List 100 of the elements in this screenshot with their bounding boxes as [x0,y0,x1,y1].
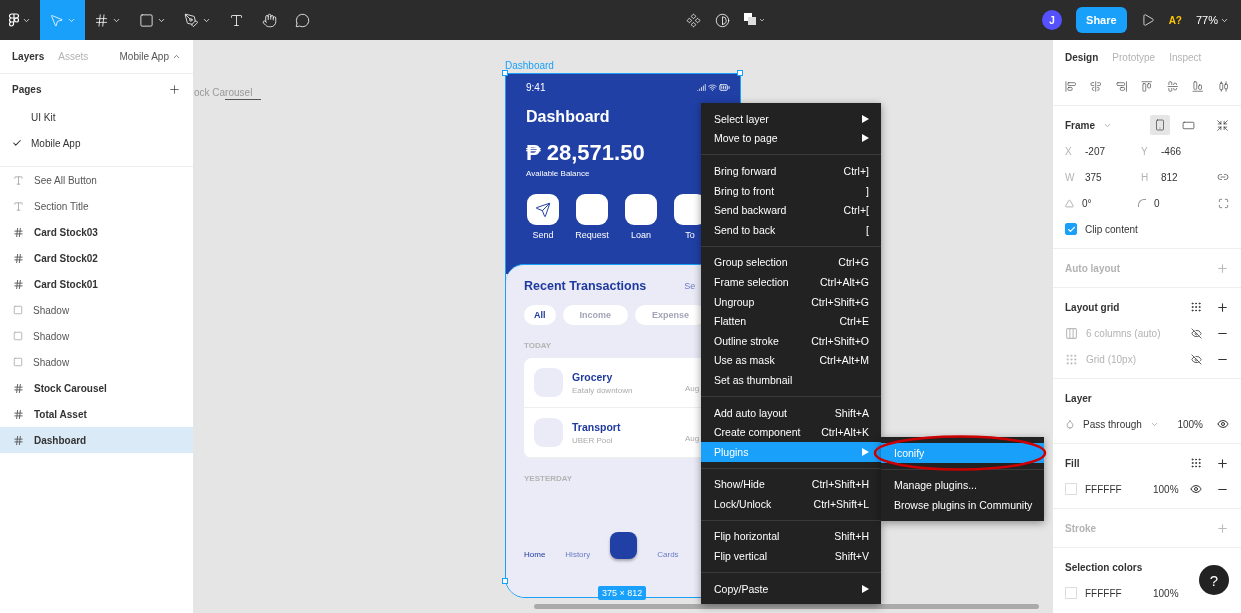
page-item[interactable]: Mobile App [0,130,193,156]
text-layer-icon [13,200,24,212]
action-label: Loan [631,230,651,240]
blend-icon [1065,419,1075,429]
layer-item[interactable]: Card Stock02 [0,245,193,271]
number-field[interactable]: 812 [1161,171,1209,183]
chevron-up-icon [172,52,181,61]
frame-icon [13,408,24,420]
resize-handle[interactable] [502,70,508,76]
boolean-ops-icon[interactable] [743,13,766,27]
action-label: Send [532,230,554,240]
panel-tab[interactable]: Layers [12,51,45,62]
menu-item[interactable]: Manage plugins... [881,475,1044,496]
layer-item[interactable]: See All Button [0,167,193,193]
color-swatch[interactable] [1065,587,1077,599]
layer-item[interactable]: Shadow [0,323,193,349]
layer-item[interactable]: Stock Carousel [0,375,193,401]
layer-item[interactable]: Card Stock03 [0,219,193,245]
blend-mode-dropdown[interactable]: Pass through [1083,418,1142,430]
balance-amount: ₱ 28,571.50 [526,140,645,166]
layer-item[interactable]: Section Title [0,193,193,219]
color-swatch[interactable] [1065,483,1077,495]
action-label: To [685,230,695,240]
play-icon[interactable] [1140,13,1155,27]
align-right-icon[interactable] [1115,80,1128,93]
portrait-button[interactable] [1150,115,1170,135]
number-field[interactable]: -466 [1161,145,1209,157]
align-center-icon[interactable] [1090,80,1102,93]
group-heading: YESTERDAY [524,474,574,483]
paper-plane-icon [535,201,551,218]
opacity-field[interactable]: 100% [1153,483,1179,495]
comment-icon [295,12,310,28]
filter-chip: All [524,305,556,325]
component-icon[interactable] [685,12,701,28]
battery-icon [719,82,730,93]
wifi-icon [708,83,717,92]
frame-icon [13,278,24,290]
layer-item[interactable]: Card Stock01 [0,271,193,297]
frame-icon [13,382,24,394]
align-middle-icon[interactable] [1166,80,1179,93]
hex-field[interactable]: FFFFFF [1085,483,1145,495]
number-field[interactable]: 375 [1085,171,1133,183]
pages-title: Pages [12,83,42,95]
field-label: H [1141,171,1150,183]
rotation-field[interactable]: 0° [1082,197,1130,209]
status-time: 9:41 [526,82,546,93]
logo-icon [9,13,19,27]
align-left-icon[interactable] [1065,80,1077,93]
independent-corners-icon[interactable] [1218,197,1229,209]
resize-handle[interactable] [737,70,743,76]
field-label: X [1065,145,1073,157]
checkbox-label: Clip content [1085,223,1138,235]
distribute-icon[interactable] [1217,80,1229,93]
transaction-name: Transport [572,420,622,433]
eye-icon[interactable] [1190,483,1202,495]
zoom-menu[interactable]: 77% [1195,14,1229,26]
transaction-date: Aug [685,434,700,443]
section-title: Auto layout [1065,262,1120,274]
eye-icon[interactable] [1217,418,1229,430]
constrain-proportions-icon[interactable] [1217,171,1229,183]
layer-item[interactable]: Dashboard [0,427,193,453]
panel-tab[interactable]: Design [1065,51,1099,63]
layer-item[interactable]: Total Asset [0,401,193,427]
page-switcher[interactable]: Mobile App [119,51,181,62]
field-label: Y [1141,145,1149,157]
frame-name-label: ock Carousel [194,87,253,98]
shape-icon [139,12,154,28]
rectangle-icon [13,305,23,315]
resize-to-fit-icon[interactable] [1216,118,1229,132]
align-top-icon[interactable] [1141,80,1153,93]
add-page-icon[interactable] [168,82,181,96]
pen-icon [184,12,199,28]
fill-styles-icon[interactable] [1190,457,1202,469]
missing-fonts-indicator[interactable]: A? [1168,14,1182,26]
resize-handle[interactable] [502,578,508,584]
layer-item[interactable]: Shadow [0,297,193,323]
menu-item[interactable]: Browse plugins in Community [881,495,1044,515]
layer-item[interactable]: Shadow [0,349,193,375]
signal-icon [697,83,706,92]
hidden-eye-icon[interactable] [1191,327,1202,339]
help-button[interactable]: ? [1199,565,1229,595]
hex-field[interactable]: FFFFFF [1085,587,1145,599]
text-icon [229,12,244,28]
add-icon[interactable] [1216,300,1229,314]
transaction-detail: UBER Pool [572,435,614,445]
contrast-icon[interactable] [714,12,730,28]
add-icon[interactable] [1216,456,1229,470]
align-bottom-icon[interactable] [1192,80,1204,93]
rectangle-icon [13,357,23,367]
frame-section-title[interactable]: Frame [1065,119,1095,131]
user-avatar[interactable]: J [1042,10,1063,30]
number-field[interactable]: -207 [1085,145,1133,157]
opacity-field[interactable]: 100% [1177,418,1203,430]
clip-content-checkbox[interactable] [1065,223,1077,235]
hidden-eye-icon[interactable] [1191,353,1202,365]
opacity-field[interactable]: 100% [1153,587,1179,599]
grid-styles-icon[interactable] [1190,301,1202,313]
nav-item: Cards [657,550,679,559]
corner-radius-field[interactable]: 0 [1154,197,1202,209]
page-item[interactable]: UI Kit [0,104,193,130]
